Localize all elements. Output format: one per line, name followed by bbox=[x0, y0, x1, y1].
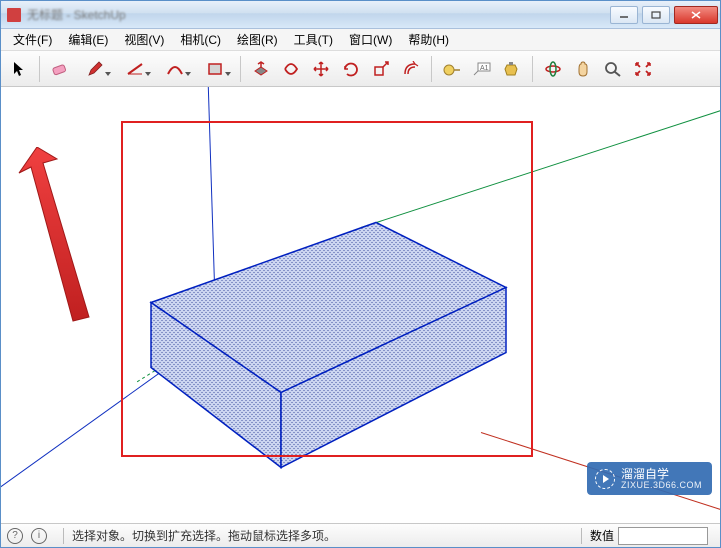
paint-tool[interactable] bbox=[498, 55, 526, 83]
svg-text:A1: A1 bbox=[480, 65, 489, 72]
rotate-tool[interactable] bbox=[337, 55, 365, 83]
orbit-tool[interactable] bbox=[539, 55, 567, 83]
watermark-sub: ZIXUE.3D66.COM bbox=[621, 481, 702, 491]
titlebar-left: 无标题 - SketchUp bbox=[3, 6, 126, 23]
toolbar-separator bbox=[39, 56, 40, 82]
info-icon[interactable]: i bbox=[31, 528, 47, 544]
play-icon bbox=[595, 469, 615, 489]
arcs-tool[interactable] bbox=[156, 55, 194, 83]
dropdown-arrow-icon bbox=[105, 72, 111, 76]
move-tool[interactable] bbox=[307, 55, 335, 83]
minimize-button[interactable] bbox=[610, 6, 638, 24]
title-text: 无标题 - SketchUp bbox=[27, 6, 126, 23]
app-icon bbox=[7, 8, 21, 22]
dropdown-arrow-icon bbox=[145, 72, 151, 76]
menu-tools[interactable]: 工具(T) bbox=[286, 29, 341, 50]
scale-tool[interactable] bbox=[367, 55, 395, 83]
menu-file[interactable]: 文件(F) bbox=[5, 29, 60, 50]
menu-draw[interactable]: 绘图(R) bbox=[229, 29, 286, 50]
shapes-tool[interactable] bbox=[196, 55, 234, 83]
pan-tool[interactable] bbox=[569, 55, 597, 83]
dropdown-arrow-icon bbox=[185, 72, 191, 76]
pushpull-tool[interactable] bbox=[247, 55, 275, 83]
help-icon[interactable]: ? bbox=[7, 528, 23, 544]
statusbar: ? i 选择对象。切换到扩充选择。拖动鼠标选择多项。 数值 bbox=[1, 523, 720, 547]
menu-camera[interactable]: 相机(C) bbox=[172, 29, 229, 50]
titlebar: 无标题 - SketchUp bbox=[1, 1, 720, 29]
window-controls bbox=[610, 6, 718, 24]
menu-help[interactable]: 帮助(H) bbox=[400, 29, 457, 50]
box-object bbox=[151, 223, 506, 468]
menu-window[interactable]: 窗口(W) bbox=[341, 29, 400, 50]
tape-tool[interactable] bbox=[438, 55, 466, 83]
viewport[interactable]: 溜溜自学 ZIXUE.3D66.COM bbox=[1, 87, 720, 523]
toolbar-separator bbox=[532, 56, 533, 82]
value-input[interactable] bbox=[618, 527, 708, 545]
followme-tool[interactable] bbox=[277, 55, 305, 83]
text-tool[interactable]: A1 bbox=[468, 55, 496, 83]
eraser-tool[interactable] bbox=[46, 55, 74, 83]
close-button[interactable] bbox=[674, 6, 718, 24]
app-window: 无标题 - SketchUp 文件(F) 编辑(E) 视图(V) 相机(C) 绘… bbox=[0, 0, 721, 548]
menubar: 文件(F) 编辑(E) 视图(V) 相机(C) 绘图(R) 工具(T) 窗口(W… bbox=[1, 29, 720, 51]
toolbar: A1 bbox=[1, 51, 720, 87]
status-message: 选择对象。切换到扩充选择。拖动鼠标选择多项。 bbox=[72, 527, 336, 544]
lines-tool[interactable] bbox=[116, 55, 154, 83]
toolbar-separator bbox=[431, 56, 432, 82]
dropdown-arrow-icon bbox=[225, 72, 231, 76]
menu-view[interactable]: 视图(V) bbox=[116, 29, 172, 50]
toolbar-separator bbox=[240, 56, 241, 82]
status-separator bbox=[581, 528, 582, 544]
status-separator bbox=[63, 528, 64, 544]
menu-edit[interactable]: 编辑(E) bbox=[60, 29, 116, 50]
offset-tool[interactable] bbox=[397, 55, 425, 83]
zoom-extents-tool[interactable] bbox=[629, 55, 657, 83]
maximize-button[interactable] bbox=[642, 6, 670, 24]
model-canvas bbox=[1, 87, 720, 523]
select-tool[interactable] bbox=[5, 55, 33, 83]
watermark: 溜溜自学 ZIXUE.3D66.COM bbox=[587, 462, 712, 495]
zoom-tool[interactable] bbox=[599, 55, 627, 83]
pencil-tool[interactable] bbox=[76, 55, 114, 83]
green-axis bbox=[361, 98, 720, 228]
value-label: 数值 bbox=[590, 527, 614, 544]
